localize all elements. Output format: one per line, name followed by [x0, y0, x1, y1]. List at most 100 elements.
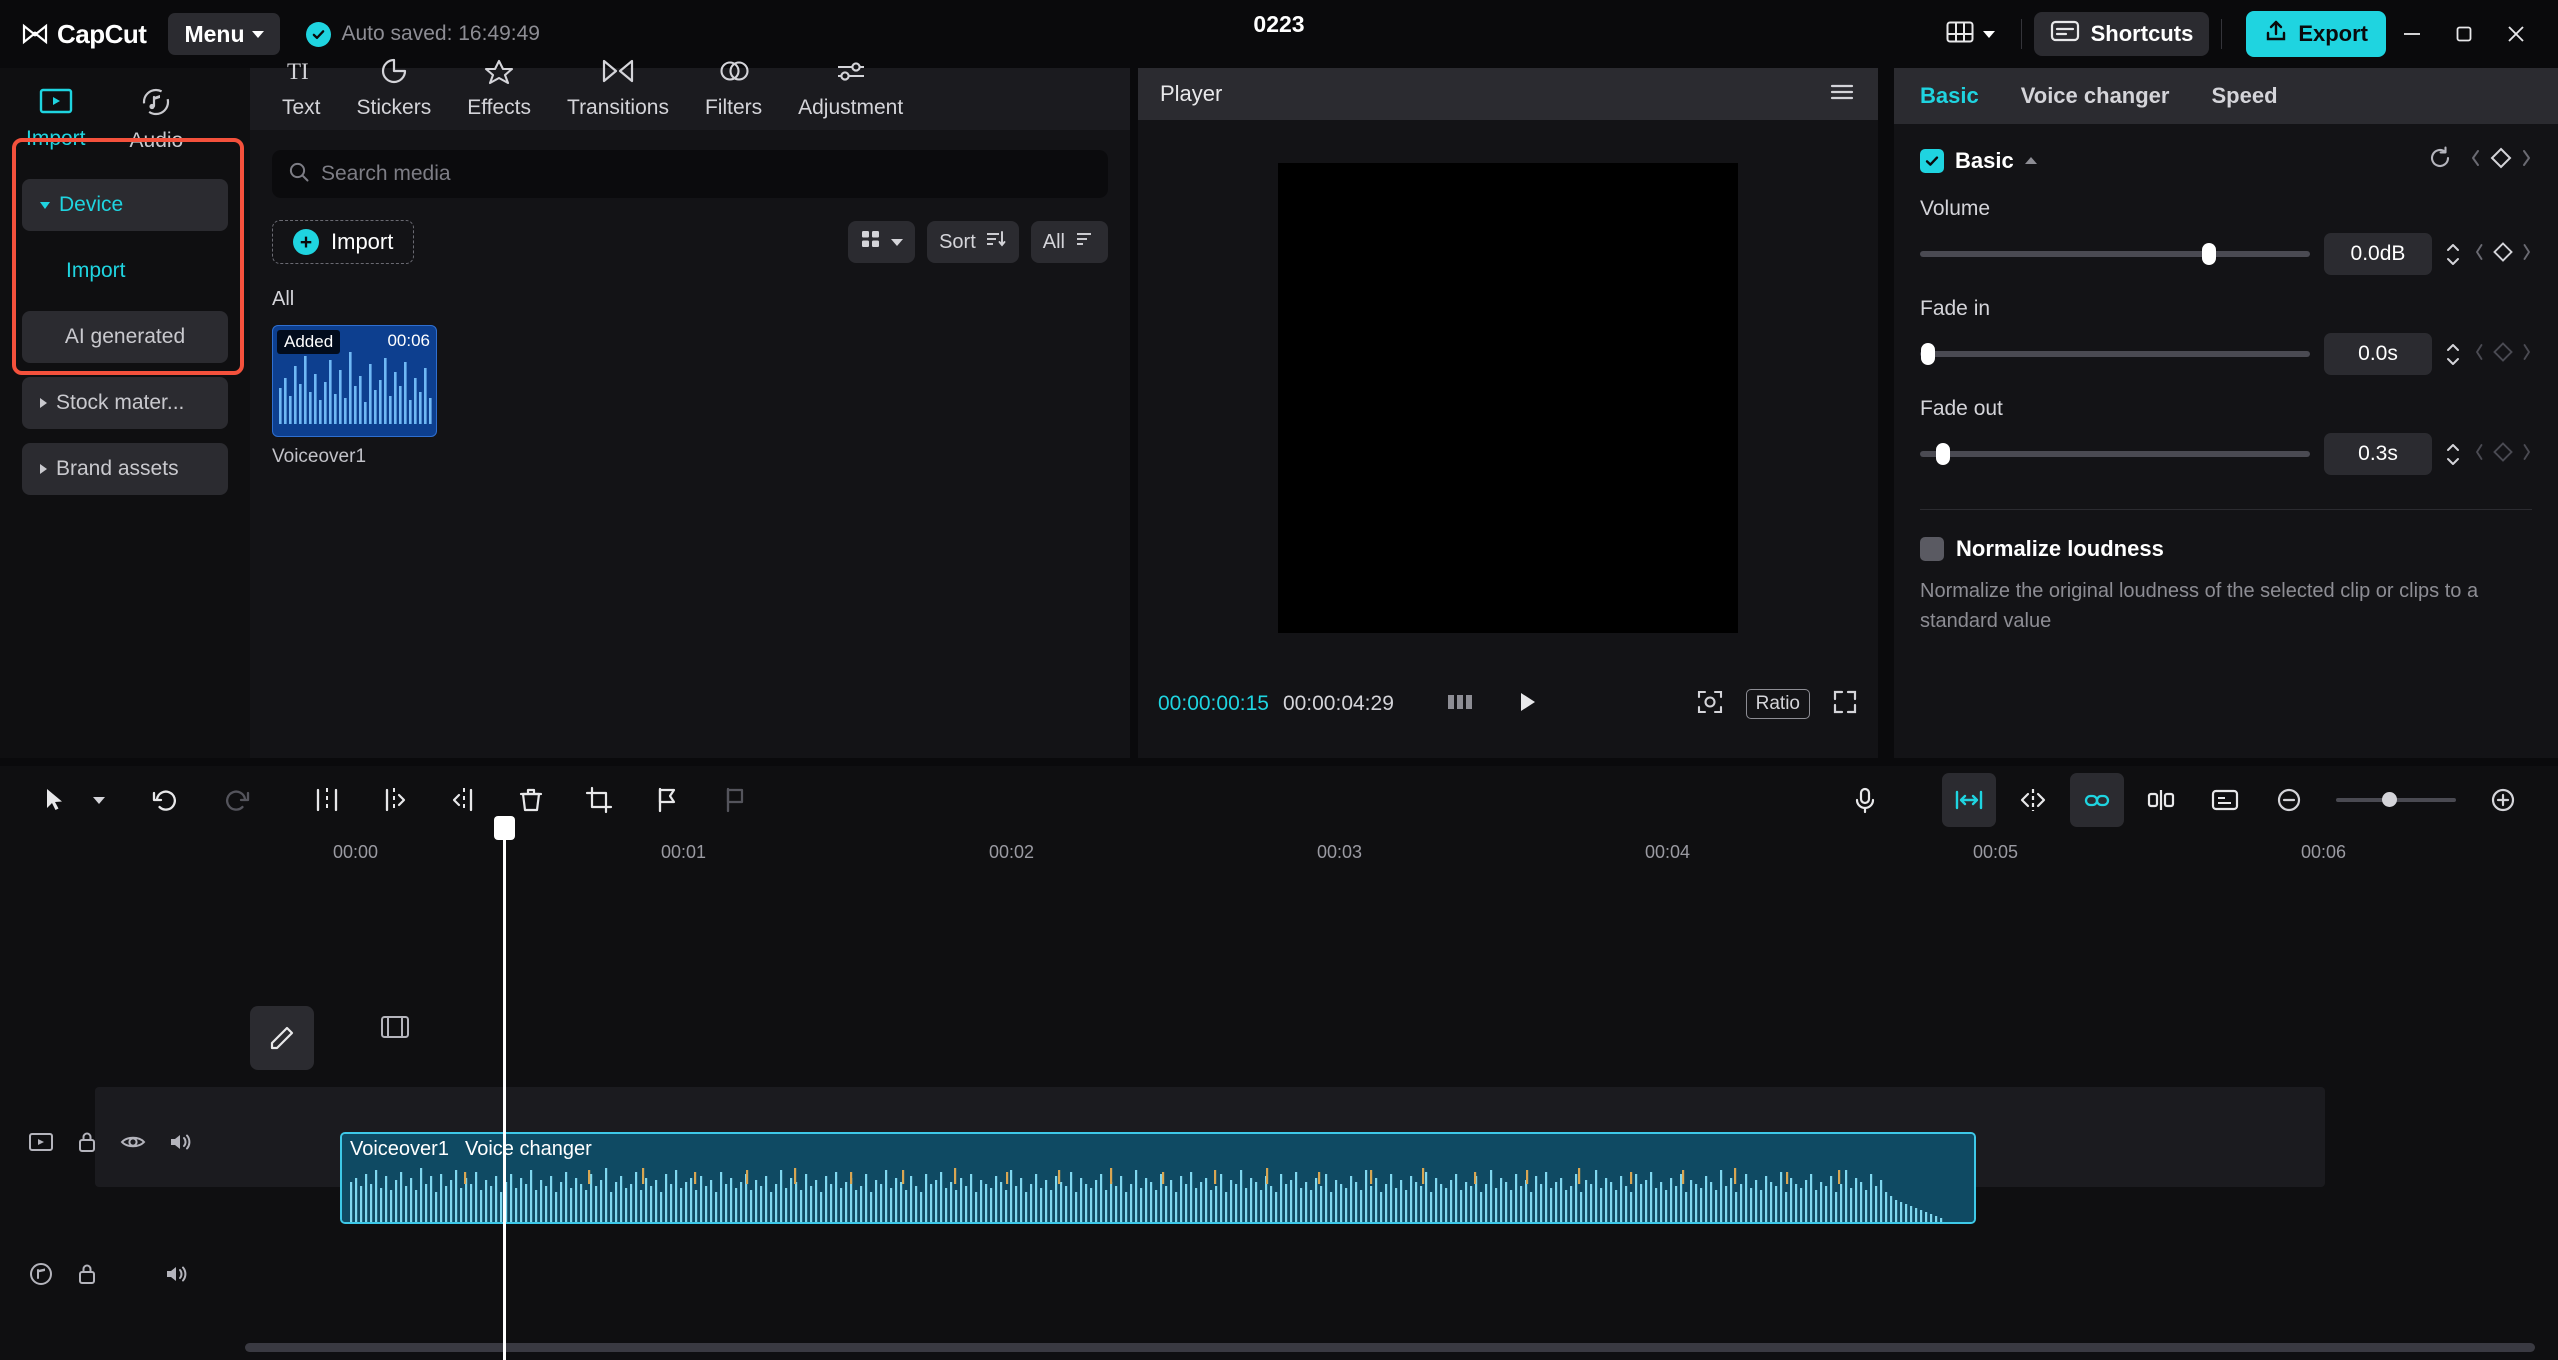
volume-icon[interactable]	[164, 1263, 190, 1290]
search-input[interactable]	[321, 162, 1092, 186]
current-timecode[interactable]: 00:00:00:15	[1158, 692, 1269, 716]
mic-record-icon[interactable]	[1838, 773, 1892, 827]
undo-icon[interactable]	[138, 773, 192, 827]
link-icon[interactable]	[2070, 773, 2124, 827]
tab-stickers[interactable]: Stickers	[339, 51, 450, 130]
fade-in-value[interactable]: 0.0s	[2324, 333, 2432, 375]
normalize-loudness-row[interactable]: Normalize loudness	[1920, 536, 2532, 562]
sidebar-item-stock-materials[interactable]: Stock mater...	[22, 377, 228, 429]
volume-slider-handle[interactable]	[2201, 243, 2216, 265]
play-button[interactable]	[1514, 689, 1540, 720]
close-button[interactable]	[2490, 11, 2542, 57]
timeline-clip-voiceover1[interactable]: Voiceover1 Voice changer	[340, 1132, 1976, 1224]
tab-speed[interactable]: Speed	[2211, 83, 2277, 109]
sidebar-item-brand-assets[interactable]: Brand assets	[22, 443, 228, 495]
split-icon[interactable]	[300, 773, 354, 827]
keyframe-next-icon[interactable]	[2521, 343, 2532, 366]
video-canvas[interactable]	[1278, 163, 1738, 633]
tab-voice-changer[interactable]: Voice changer	[2021, 83, 2170, 109]
flag-marker-off-icon[interactable]	[708, 773, 762, 827]
grid-view-button[interactable]	[848, 221, 916, 263]
edit-track-button[interactable]	[250, 1006, 314, 1070]
timeline-ruler[interactable]: 00:00 00:01 00:02 00:03 00:04 00:05 00:0…	[245, 834, 2558, 872]
normalize-loudness-checkbox[interactable]	[1920, 537, 1944, 561]
keyframe-next-icon[interactable]	[2520, 148, 2532, 173]
auto-fit-icon[interactable]	[1942, 773, 1996, 827]
volume-slider[interactable]	[1920, 243, 2310, 265]
track-audio-icon[interactable]	[28, 1262, 54, 1291]
tab-filters[interactable]: Filters	[687, 51, 780, 130]
volume-stepper[interactable]	[2446, 243, 2460, 266]
keyframe-diamond-icon[interactable]	[2492, 241, 2514, 268]
export-button[interactable]: Export	[2246, 11, 2386, 57]
keyframe-prev-icon[interactable]	[2470, 148, 2482, 173]
tab-adjustment[interactable]: Adjustment	[780, 51, 921, 130]
fade-out-value[interactable]: 0.3s	[2324, 433, 2432, 475]
crop-icon[interactable]	[572, 773, 626, 827]
zoom-out-icon[interactable]	[2262, 773, 2316, 827]
track-video-icon[interactable]	[28, 1131, 54, 1158]
fullscreen-icon[interactable]	[1832, 689, 1858, 720]
playhead[interactable]	[494, 816, 515, 1360]
sidebar-tab-import[interactable]: Import	[26, 88, 86, 153]
chevron-up-icon[interactable]	[2024, 157, 2037, 164]
sort-button[interactable]: Sort	[927, 221, 1019, 263]
filter-button[interactable]: All	[1030, 221, 1108, 263]
zoom-in-icon[interactable]	[2476, 773, 2530, 827]
mirror-icon[interactable]	[2006, 773, 2060, 827]
sidebar-item-ai-generated[interactable]: AI generated	[22, 311, 228, 363]
lock-icon[interactable]	[76, 1130, 98, 1159]
tab-effects[interactable]: Effects	[449, 51, 549, 130]
keyframe-diamond-icon[interactable]	[2492, 441, 2514, 468]
hamburger-menu-icon[interactable]	[1828, 81, 1856, 108]
fade-in-stepper[interactable]	[2446, 343, 2460, 366]
keyframe-diamond-icon[interactable]	[2492, 341, 2514, 368]
film-strip-icon[interactable]	[380, 1014, 410, 1045]
crop-focus-icon[interactable]	[1696, 689, 1724, 720]
volume-icon[interactable]	[168, 1131, 194, 1158]
cursor-dropdown-icon[interactable]	[82, 773, 116, 827]
fade-out-slider[interactable]	[1920, 443, 2310, 465]
playhead-handle[interactable]	[494, 816, 515, 840]
keyframe-next-icon[interactable]	[2521, 243, 2532, 266]
keyframe-prev-icon[interactable]	[2474, 343, 2485, 366]
search-bar[interactable]	[272, 150, 1108, 198]
frames-icon[interactable]	[1446, 691, 1474, 718]
select-cursor-icon[interactable]	[28, 773, 82, 827]
volume-value[interactable]: 0.0dB	[2324, 233, 2432, 275]
fade-out-slider-handle[interactable]	[1936, 443, 1951, 465]
trim-left-icon[interactable]	[368, 773, 422, 827]
keyframe-prev-icon[interactable]	[2474, 243, 2485, 266]
sidebar-item-device[interactable]: Device	[22, 179, 228, 231]
media-thumbnail[interactable]: Added 00:06	[272, 325, 437, 437]
media-item-voiceover1[interactable]: Added 00:06 Voiceover1	[272, 325, 437, 468]
minimize-button[interactable]	[2386, 11, 2438, 57]
shortcuts-button[interactable]: Shortcuts	[2033, 12, 2210, 56]
sidebar-tab-audio[interactable]: Audio	[130, 88, 183, 153]
timeline-zoom-slider[interactable]	[2336, 792, 2456, 807]
layout-switcher-button[interactable]	[1932, 13, 2009, 55]
caption-icon[interactable]	[2198, 773, 2252, 827]
tab-text[interactable]: TI Text	[264, 51, 339, 130]
keyframe-next-icon[interactable]	[2521, 443, 2532, 466]
sidebar-item-import[interactable]: Import	[22, 245, 228, 297]
fade-out-stepper[interactable]	[2446, 443, 2460, 466]
menu-button[interactable]: Menu	[168, 13, 280, 55]
timeline-zoom-handle[interactable]	[2382, 792, 2397, 807]
flag-marker-icon[interactable]	[640, 773, 694, 827]
keyframe-split-icon[interactable]	[2134, 773, 2188, 827]
ratio-button[interactable]: Ratio	[1745, 689, 1810, 719]
redo-icon[interactable]	[210, 773, 264, 827]
lock-icon[interactable]	[76, 1262, 98, 1291]
fade-in-slider[interactable]	[1920, 343, 2310, 365]
keyframe-diamond-icon[interactable]	[2489, 146, 2513, 175]
maximize-button[interactable]	[2438, 11, 2490, 57]
timeline-horizontal-scrollbar[interactable]	[245, 1343, 2535, 1352]
trim-right-icon[interactable]	[436, 773, 490, 827]
reset-icon[interactable]	[2428, 146, 2454, 175]
eye-icon[interactable]	[120, 1131, 146, 1158]
basic-section-checkbox[interactable]	[1920, 148, 1944, 173]
fade-in-slider-handle[interactable]	[1920, 343, 1935, 365]
import-media-button[interactable]: + Import	[272, 220, 415, 264]
tab-transitions[interactable]: Transitions	[549, 51, 687, 130]
